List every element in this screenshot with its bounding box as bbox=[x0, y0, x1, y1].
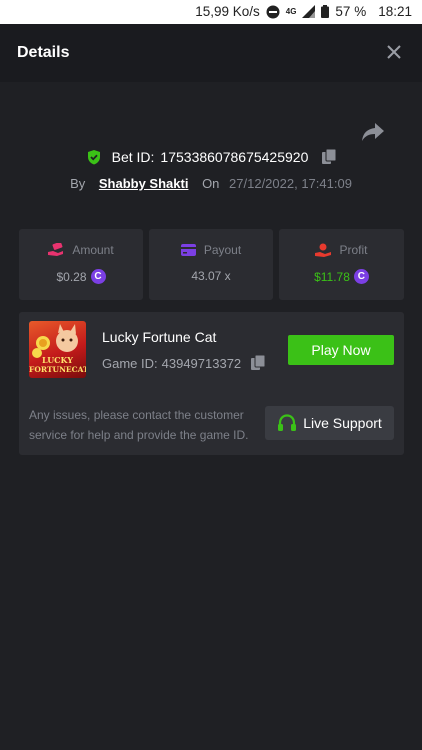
coin-icon: C bbox=[90, 269, 106, 284]
share-icon bbox=[362, 123, 384, 141]
network-type-icon: 4G bbox=[285, 6, 297, 16]
network-type-label: 4G bbox=[285, 6, 297, 16]
thumb-title-line1: LUCKY bbox=[42, 355, 73, 365]
payout-value-row: 43.07 x bbox=[149, 269, 273, 283]
profit-label-row: Profit bbox=[279, 243, 404, 257]
battery-level: 57 % bbox=[335, 4, 367, 19]
share-button[interactable] bbox=[361, 121, 385, 143]
user-link[interactable]: Shabby Shakti bbox=[99, 176, 189, 191]
game-thumbnail[interactable]: LUCKY FORTUNECAT bbox=[29, 321, 86, 378]
battery-icon bbox=[321, 5, 330, 18]
headset-icon bbox=[278, 414, 297, 431]
amount-label-row: Amount bbox=[19, 243, 143, 257]
amount-value-row: $0.28 C bbox=[19, 269, 143, 284]
game-card: LUCKY FORTUNECAT Lucky Fortune Cat Game … bbox=[19, 312, 404, 455]
live-support-label: Live Support bbox=[303, 415, 382, 431]
copy-bet-id-button[interactable] bbox=[322, 149, 337, 165]
bet-id-row: Bet ID: 1753386078675425920 bbox=[0, 149, 422, 165]
network-speed: 15,99 Ko/s bbox=[195, 4, 260, 19]
copy-game-id-button[interactable] bbox=[251, 355, 266, 371]
copy-icon bbox=[322, 149, 337, 164]
close-icon bbox=[387, 45, 401, 59]
thumb-title-line2: FORTUNECAT bbox=[29, 365, 86, 374]
support-message: Any issues, please contact the customer … bbox=[29, 408, 249, 442]
profit-stat: Profit $11.78 C bbox=[279, 229, 404, 300]
bet-id-value: 1753386078675425920 bbox=[160, 149, 309, 165]
card-icon bbox=[180, 244, 196, 256]
on-label: On bbox=[202, 176, 220, 191]
game-name: Lucky Fortune Cat bbox=[102, 329, 217, 345]
payout-label-row: Payout bbox=[149, 243, 273, 257]
payout-stat: Payout 43.07 x bbox=[149, 229, 273, 300]
details-header: Details bbox=[0, 24, 422, 82]
shield-check-icon bbox=[86, 149, 102, 165]
live-support-button[interactable]: Live Support bbox=[265, 406, 394, 440]
amount-value: $0.28 bbox=[56, 269, 87, 284]
payout-value: 43.07 x bbox=[191, 269, 231, 283]
copy-icon bbox=[251, 355, 266, 370]
profit-value-row: $11.78 C bbox=[279, 269, 404, 284]
bet-author-row: By Shabby Shakti On 27/12/2022, 17:41:09 bbox=[0, 176, 422, 191]
clock: 18:21 bbox=[378, 4, 412, 19]
amount-stat: Amount $0.28 C bbox=[19, 229, 143, 300]
do-not-disturb-icon bbox=[266, 5, 280, 19]
coin-icon: C bbox=[353, 269, 369, 284]
signal-icon bbox=[302, 5, 316, 18]
bet-id-label: Bet ID: bbox=[111, 149, 155, 165]
game-id-row: Game ID: 43949713372 bbox=[102, 355, 266, 371]
play-now-button[interactable]: Play Now bbox=[288, 335, 394, 365]
status-bar-right: 15,99 Ko/s 4G 57 % 18:21 bbox=[195, 4, 412, 19]
amount-label: Amount bbox=[72, 243, 114, 257]
by-label: By bbox=[70, 176, 86, 191]
hand-money-icon bbox=[48, 243, 64, 256]
payout-label: Payout bbox=[203, 243, 242, 257]
profit-label: Profit bbox=[339, 243, 368, 257]
hand-coin-icon bbox=[315, 243, 332, 257]
page-title: Details bbox=[17, 44, 70, 61]
profit-value: $11.78 bbox=[314, 269, 350, 284]
status-bar: 15,99 Ko/s 4G 57 % 18:21 bbox=[0, 0, 422, 24]
bet-datetime: 27/12/2022, 17:41:09 bbox=[229, 176, 352, 191]
close-button[interactable] bbox=[384, 42, 404, 62]
game-id-label: Game ID: bbox=[102, 355, 158, 371]
game-id-value: 43949713372 bbox=[161, 355, 242, 371]
